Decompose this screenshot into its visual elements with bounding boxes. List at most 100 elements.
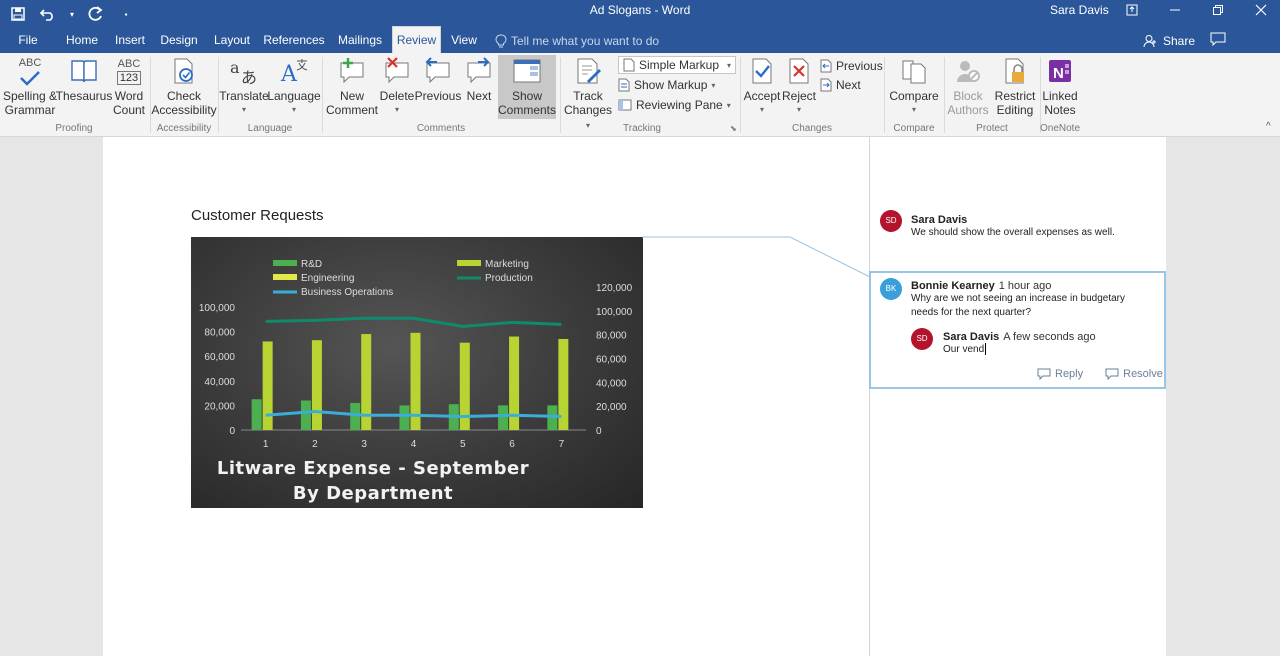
document-heading[interactable]: Customer Requests [191,207,324,224]
restore-icon[interactable] [1203,0,1233,20]
new-comment-icon [337,55,367,87]
y-tick-label: 20,000 [204,401,235,412]
block-authors-button[interactable]: Block Authors [946,55,990,117]
reply-icon [1037,368,1051,380]
x-tick-label: 4 [411,439,417,450]
book-icon [70,55,98,87]
person-icon [1143,34,1156,47]
reject-dropdown-icon: ▾ [796,105,801,114]
tell-me-box[interactable]: Tell me what you want to do [495,28,659,53]
legend-label: R&D [301,259,322,270]
tab-mailings[interactable]: Mailings [333,28,387,53]
translate-button[interactable]: aあ Translate ▾ [219,55,269,117]
legend-swatch [273,274,297,280]
expense-chart[interactable]: 100,000 80,000 60,000 40,000 20,000 0 120,000 1… [191,237,643,508]
group-label-accessibility: Accessibility [156,123,212,134]
show-comments-button[interactable]: Show Comments [498,55,556,119]
compare-button[interactable]: Compare ▾ [886,55,942,117]
tab-insert[interactable]: Insert [109,28,151,53]
svg-text:A: A [280,62,298,85]
collapse-ribbon-icon[interactable]: ^ [1266,121,1271,132]
block-authors-icon [954,55,982,87]
y2-tick-label: 20,000 [596,402,627,413]
previous-comment-button[interactable]: Previous [415,55,461,103]
tracking-options-launcher-icon[interactable]: ⬊ [730,124,737,133]
group-label-tracking: Tracking [623,123,661,134]
lightbulb-icon [495,33,507,47]
spelling-grammar-button[interactable]: ABC Spelling & Grammar [2,55,58,117]
svg-text:N: N [1053,65,1064,82]
tab-file[interactable]: File [10,28,46,53]
word-count-button[interactable]: ABC 123 Word Count [110,55,148,117]
show-markup-icon [618,78,630,92]
review-ribbon: ABC Spelling & Grammar Thesaurus ABC 123… [0,53,1280,137]
show-comments-icon [512,55,542,87]
tab-home[interactable]: Home [60,28,104,53]
spelling-check-icon: ABC [19,55,41,87]
comment-author: Sara Davis [911,214,968,226]
tab-references[interactable]: References [262,28,326,53]
restrict-editing-button[interactable]: Restrict Editing [992,55,1038,117]
check-accessibility-button[interactable]: Check Accessibility [151,55,217,117]
y2-tick-label: 80,000 [596,331,627,342]
legend-label: Marketing [485,259,529,270]
reject-icon [786,55,812,87]
language-button[interactable]: A Language ▾ [267,55,321,117]
tab-review[interactable]: Review [392,26,441,53]
comment-author: Bonnie Kearney [911,280,995,292]
group-label-compare: Compare [893,123,935,134]
y2-tick-label: 100,000 [596,307,633,318]
signed-in-user[interactable]: Sara Davis [1050,3,1109,17]
tell-me-text: Tell me what you want to do [511,33,660,48]
new-comment-button[interactable]: New Comment [326,55,378,117]
chart-subtitle: By Department [293,483,453,504]
minimize-icon[interactable] [1160,0,1190,20]
x-tick-label: 7 [559,439,565,450]
close-icon[interactable] [1246,0,1276,20]
ribbon-display-options-icon[interactable] [1117,0,1147,20]
legend-swatch [457,260,481,266]
document-page[interactable]: Customer Requests 100,000 80,000 60,000 40,… [103,137,869,656]
thesaurus-button[interactable]: Thesaurus [56,55,112,103]
y-tick-label: 80,000 [204,328,235,339]
y2-tick-label: 120,000 [596,283,633,294]
reviewing-pane-dropdown-icon: ▾ [726,100,731,110]
tab-design[interactable]: Design [157,28,201,53]
markup-view-select[interactable]: Simple Markup ▾ [618,56,736,74]
avatar: BK [880,278,902,300]
accept-button[interactable]: Accept ▾ [742,55,782,117]
tab-view[interactable]: View [446,28,482,53]
bar-r-d [350,402,361,430]
show-markup-button[interactable]: Show Markup ▾ [618,76,715,94]
track-changes-button[interactable]: Track Changes ▾ [562,55,614,133]
next-change-button[interactable]: Next [820,76,861,94]
bar-r-d [300,400,311,430]
tab-layout[interactable]: Layout [210,28,254,53]
svg-text:a: a [230,58,240,77]
reply-input[interactable]: Our vend [943,343,1158,357]
compare-icon [900,55,928,87]
resolve-icon [1105,368,1119,380]
comment-timestamp: 1 hour ago [998,280,1052,292]
accept-dropdown-icon: ▾ [759,105,764,114]
reject-button[interactable]: Reject ▾ [782,55,816,117]
group-label-onenote: OneNote [1039,123,1081,134]
resolve-button[interactable]: Resolve [1105,368,1163,380]
y2-tick-label: 0 [596,426,602,437]
next-comment-button[interactable]: Next [460,55,498,103]
x-tick-label: 2 [312,439,318,450]
previous-change-button[interactable]: Previous [820,57,883,75]
delete-comment-button[interactable]: Delete ▾ [378,55,416,117]
reply-button[interactable]: Reply [1037,368,1083,380]
bar-r-d [251,399,262,430]
linked-notes-button[interactable]: N Linked Notes [1040,55,1080,117]
share-button[interactable]: Share [1143,28,1195,53]
comments-pane-icon[interactable] [1210,32,1226,49]
group-label-language: Language [247,123,293,134]
reviewing-pane-button[interactable]: Reviewing Pane ▾ [618,96,731,114]
text-cursor [985,343,987,356]
y-tick-label: 100,000 [199,303,236,314]
show-markup-dropdown-icon: ▾ [711,80,716,90]
chart-title: Litware Expense - September [217,458,529,479]
x-tick-label: 5 [460,439,466,450]
